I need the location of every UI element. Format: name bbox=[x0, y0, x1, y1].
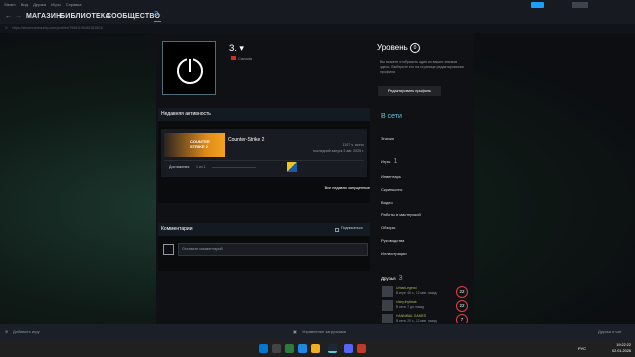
power-icon bbox=[177, 57, 203, 84]
sidebar-item-label: Иллюстрации bbox=[381, 251, 407, 256]
downloads-button[interactable]: Управление загрузками bbox=[302, 324, 346, 340]
explorer-icon[interactable] bbox=[311, 344, 320, 353]
sidebar-item-inventory[interactable]: Инвентарь bbox=[381, 174, 401, 179]
friend-item[interactable]: UrbanLegend В игре: 45 ч., 12 мин. назад… bbox=[382, 286, 472, 298]
profile-country: Canada bbox=[238, 56, 253, 61]
friend-avatar bbox=[382, 300, 393, 311]
comment-avatar bbox=[163, 244, 174, 255]
achievement-count: 1 из 1 bbox=[196, 165, 206, 169]
friend-level: 22 bbox=[456, 286, 468, 298]
friend-name: shiny.thyfreak bbox=[396, 300, 417, 304]
friend-avatar bbox=[382, 314, 393, 323]
nav-bar: ← → МАГАЗИН БИБЛИОТЕКА СООБЩЕСТВО З. bbox=[0, 9, 635, 24]
friends-label: Друзья bbox=[381, 276, 396, 281]
achievement-icon[interactable] bbox=[287, 162, 297, 172]
clock-date: 02.01.2026 bbox=[611, 349, 631, 353]
level-label: Уровень bbox=[377, 43, 408, 52]
nav-community[interactable]: СООБЩЕСТВО bbox=[106, 9, 160, 24]
sidebar-item-label: Значки bbox=[381, 136, 394, 141]
subscribe-label[interactable]: Подписаться bbox=[341, 226, 363, 230]
profile-name[interactable]: З. ▾ bbox=[229, 43, 244, 54]
sidebar-item-videos[interactable]: Видео bbox=[381, 200, 393, 205]
sidebar-item-reviews[interactable]: Обзоры bbox=[381, 225, 395, 230]
add-game-button[interactable]: Добавить игру bbox=[13, 324, 40, 340]
friend-avatar bbox=[382, 286, 393, 297]
friend-status: В сети: 7 дн. назад bbox=[396, 305, 424, 309]
search-icon[interactable] bbox=[272, 344, 281, 353]
account-menu[interactable] bbox=[572, 2, 588, 8]
nav-user[interactable]: З. bbox=[154, 9, 161, 22]
sidebar-item-label: Игры bbox=[381, 159, 391, 164]
sidebar-item-label: Видео bbox=[381, 200, 393, 205]
level-badge[interactable]: 0 bbox=[410, 43, 420, 53]
activity-header: Недавняя активность bbox=[158, 108, 370, 121]
game-name[interactable]: Counter-Strike 2 bbox=[228, 137, 264, 143]
recent-games-link[interactable]: Все недавно запущенные bbox=[300, 186, 370, 190]
game-banner[interactable]: COUNTER STRIKE 2 bbox=[164, 133, 225, 157]
comment-input[interactable]: Оставьте комментарий bbox=[178, 243, 368, 256]
menu-help[interactable]: Справка bbox=[66, 2, 82, 7]
sidebar-item-guides[interactable]: Руководства bbox=[381, 238, 404, 243]
menu-steam[interactable]: Steam bbox=[4, 2, 16, 7]
sidebar-item-badges[interactable]: Значки bbox=[381, 136, 394, 141]
plus-icon: ⊕ bbox=[5, 329, 9, 334]
game-last-run: последний запуск 3 авг. 2025 г. bbox=[312, 149, 364, 153]
level-note: Вы можете отобразить один из ваших значк… bbox=[380, 60, 464, 74]
friend-name: UrbanLegend bbox=[396, 286, 417, 290]
friends-chat-button[interactable]: Друзья и чат bbox=[598, 324, 621, 340]
url-bar: ↻ https://steamcommunity.com/profiles/76… bbox=[0, 24, 635, 33]
steam-icon[interactable] bbox=[328, 344, 337, 353]
sidebar-item-games[interactable]: Игры 1 bbox=[381, 158, 397, 165]
achievement-row bbox=[164, 160, 364, 175]
sidebar-item-label: Работы в мастерской bbox=[381, 212, 421, 217]
achievement-progress bbox=[212, 167, 256, 168]
url-text[interactable]: https://steamcommunity.com/profiles/7656… bbox=[12, 26, 103, 30]
nav-store[interactable]: МАГАЗИН bbox=[26, 9, 61, 24]
notifications-icon[interactable] bbox=[531, 2, 544, 8]
friend-level: 7 bbox=[456, 314, 468, 323]
menu-view[interactable]: Вид bbox=[21, 2, 28, 7]
bottom-bar: ⊕ Добавить игру ▣ Управление загрузками … bbox=[0, 324, 635, 340]
friends-heading[interactable]: Друзья 3 bbox=[381, 275, 403, 282]
windows-start-icon[interactable] bbox=[259, 344, 268, 353]
sidebar-item-artwork[interactable]: Иллюстрации bbox=[381, 251, 407, 256]
nav-library[interactable]: БИБЛИОТЕКА bbox=[60, 9, 111, 24]
edit-profile-button[interactable]: Редактировать профиль bbox=[378, 86, 441, 96]
sidebar-item-workshop[interactable]: Работы в мастерской bbox=[381, 212, 421, 217]
friend-level: 22 bbox=[456, 300, 468, 312]
game-hours: 1107 ч. всего bbox=[342, 143, 365, 147]
avatar[interactable] bbox=[162, 41, 216, 95]
forward-icon[interactable]: → bbox=[15, 9, 22, 24]
friend-item[interactable]: HANNIBAL GAMES В сети: 20 ч., 12 мин. на… bbox=[382, 314, 472, 323]
sidebar-item-label: Скриншоты bbox=[381, 187, 403, 192]
discord-icon[interactable] bbox=[344, 344, 353, 353]
flag-icon bbox=[231, 56, 236, 60]
sidebar-item-label: Инвентарь bbox=[381, 174, 401, 179]
friend-status: В сети: 20 ч., 12 мин. назад bbox=[396, 319, 437, 323]
language-indicator[interactable]: РУС bbox=[578, 346, 586, 351]
friends-count: 3 bbox=[398, 275, 403, 282]
app-icon[interactable] bbox=[357, 344, 366, 353]
friend-status: В игре: 45 ч., 12 мин. назад bbox=[396, 291, 437, 295]
edge-icon[interactable] bbox=[298, 344, 307, 353]
friend-name: HANNIBAL GAMES bbox=[396, 314, 427, 318]
sidebar-item-screenshots[interactable]: Скриншоты bbox=[381, 187, 402, 192]
banner-text: COUNTER STRIKE 2 bbox=[190, 139, 210, 149]
online-status: В сети bbox=[381, 113, 402, 120]
taskview-icon[interactable] bbox=[285, 344, 294, 353]
achievement-label: Достижения bbox=[169, 165, 190, 169]
friend-item[interactable]: shiny.thyfreak В сети: 7 дн. назад 22 bbox=[382, 300, 472, 312]
system-clock[interactable]: 19:22:22 02.01.2026 bbox=[603, 342, 631, 354]
sidebar-item-label: Руководства bbox=[381, 238, 405, 243]
sidebar-item-label: Обзоры bbox=[381, 225, 396, 230]
sidebar-item-count: 1 bbox=[393, 158, 398, 165]
menu-friends[interactable]: Друзья bbox=[33, 2, 46, 7]
download-icon: ▣ bbox=[293, 329, 297, 334]
back-icon[interactable]: ← bbox=[5, 9, 12, 24]
subscribe-checkbox[interactable] bbox=[335, 228, 339, 232]
menu-games[interactable]: Игры bbox=[51, 2, 60, 7]
refresh-icon[interactable]: ↻ bbox=[5, 26, 8, 30]
